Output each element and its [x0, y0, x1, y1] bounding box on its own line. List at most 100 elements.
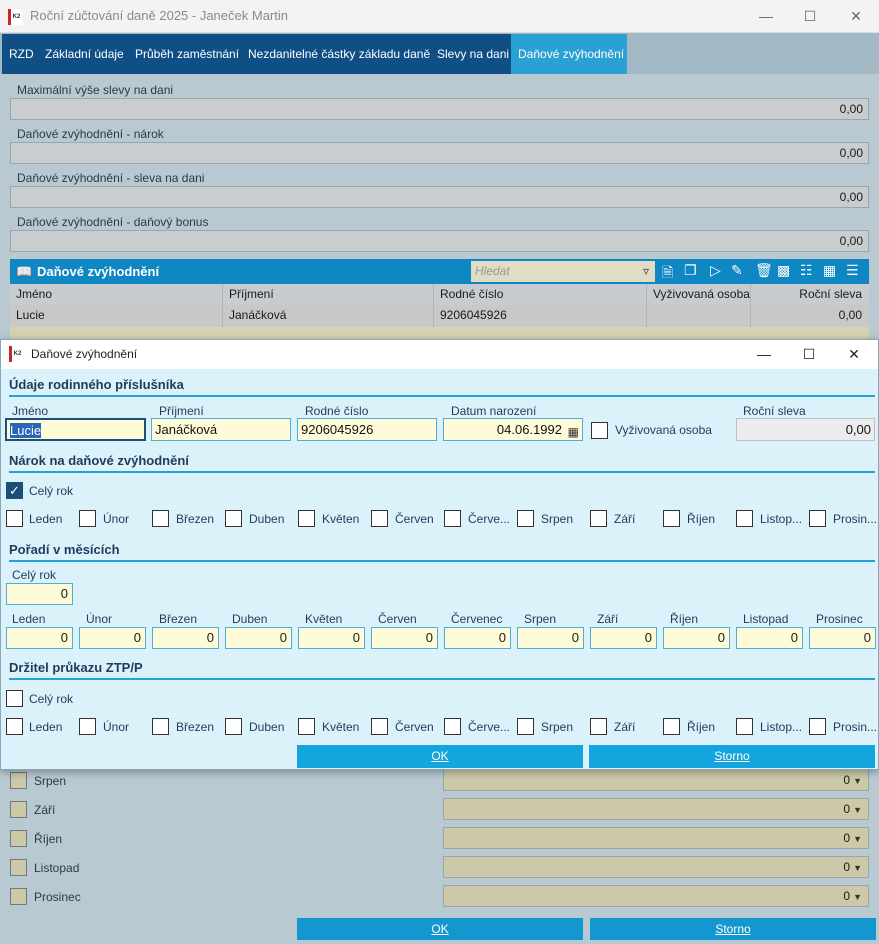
poradi-input-leden[interactable]: 0 — [6, 627, 73, 649]
column-jmeno[interactable]: Jméno — [10, 284, 223, 305]
ztp-checkbox-rijen[interactable] — [663, 718, 680, 735]
narok-checkbox-leden[interactable] — [6, 510, 23, 527]
narok-checkbox-rijen[interactable] — [663, 510, 680, 527]
poradi-input-srpen[interactable]: 0 — [517, 627, 584, 649]
poradi-input-prosinec[interactable]: 0 — [809, 627, 876, 649]
table-row[interactable]: Lucie Janáčková 9206045926 0,00 — [10, 305, 869, 327]
narok-checkbox-srpen[interactable] — [517, 510, 534, 527]
ztp-checkbox-kveten[interactable] — [298, 718, 315, 735]
ztp-label-brezen: Březen — [176, 720, 215, 734]
datum-narozeni-input[interactable]: 04.06.1992 ▦ — [443, 418, 583, 441]
ztp-checkbox-leden[interactable] — [6, 718, 23, 735]
narok-checkbox-listopad[interactable] — [736, 510, 753, 527]
month-value-rijen[interactable]: 0 ▼ — [443, 827, 869, 849]
narok-label-listopad: Listop... — [760, 512, 803, 526]
jmeno-input[interactable]: Lucie — [5, 418, 146, 441]
poradi-input-unor[interactable]: 0 — [79, 627, 146, 649]
month-checkbox-zari[interactable] — [10, 801, 27, 818]
narok-checkbox-kveten[interactable] — [298, 510, 315, 527]
month-checkbox-srpen[interactable] — [10, 772, 27, 789]
ztp-cely-rok-checkbox[interactable] — [6, 690, 23, 707]
excel-export-icon[interactable]: ▦ — [823, 262, 836, 279]
month-label-listopad: Listopad — [34, 861, 80, 875]
column-rodne-cislo[interactable]: Rodné číslo — [434, 284, 647, 305]
dialog-ok-button[interactable]: OK — [297, 745, 583, 768]
ztp-checkbox-listopad[interactable] — [736, 718, 753, 735]
poradi-input-kveten[interactable]: 0 — [298, 627, 365, 649]
ztp-checkbox-zari[interactable] — [590, 718, 607, 735]
tab-slevy-na-dani[interactable]: Slevy na dani — [430, 34, 518, 74]
narok-checkbox-cerven[interactable] — [371, 510, 388, 527]
vyzivovana-checkbox[interactable] — [591, 422, 608, 439]
ztp-label-kveten: Květen — [322, 720, 360, 734]
dialog-logo-icon: K2 — [9, 346, 23, 362]
ztp-label-duben: Duben — [249, 720, 285, 734]
tab-rzd[interactable]: RZD — [2, 34, 42, 74]
poradi-input-zari[interactable]: 0 — [590, 627, 657, 649]
dialog-minimize-icon[interactable]: — — [754, 344, 774, 364]
menu-icon[interactable]: ☰ — [846, 262, 859, 279]
prijmeni-input[interactable]: Janáčková — [151, 418, 291, 441]
new-record-icon[interactable]: 🗎 — [662, 262, 673, 286]
ztp-checkbox-prosinec[interactable] — [809, 718, 826, 735]
poradi-input-brezen[interactable]: 0 — [152, 627, 219, 649]
copy-record-icon[interactable]: ❐ — [684, 262, 697, 279]
close-icon[interactable]: ✕ — [846, 7, 866, 25]
month-value-prosinec[interactable]: 0 ▼ — [443, 885, 869, 907]
month-checkbox-prosinec[interactable] — [10, 888, 27, 905]
narok-checkbox-prosinec[interactable] — [809, 510, 826, 527]
narok-cely-rok-checkbox[interactable]: ✓ — [6, 482, 23, 499]
poradi-input-rijen[interactable]: 0 — [663, 627, 730, 649]
column-vyzivovana[interactable]: Vyživovaná osoba — [647, 284, 751, 305]
ztp-checkbox-duben[interactable] — [225, 718, 242, 735]
poradi-input-duben[interactable]: 0 — [225, 627, 292, 649]
ztp-checkbox-unor[interactable] — [79, 718, 96, 735]
sleva-field: 0,00 — [10, 186, 869, 208]
poradi-cely-rok-input[interactable]: 0 — [6, 583, 73, 605]
column-prijmeni[interactable]: Příjmení — [223, 284, 434, 305]
filter-icon[interactable]: ▿ — [643, 261, 649, 282]
narok-checkbox-brezen[interactable] — [152, 510, 169, 527]
tab-zakladni-udaje[interactable]: Základní údaje — [38, 34, 132, 74]
narok-checkbox-cervenec[interactable] — [444, 510, 461, 527]
ztp-checkbox-brezen[interactable] — [152, 718, 169, 735]
month-checkbox-rijen[interactable] — [10, 830, 27, 847]
month-value-listopad[interactable]: 0 ▼ — [443, 856, 869, 878]
narok-checkbox-zari[interactable] — [590, 510, 607, 527]
month-label-rijen: Říjen — [34, 832, 63, 846]
calendar-icon[interactable]: ▦ — [568, 422, 579, 443]
main-cancel-button[interactable]: Storno — [590, 918, 876, 940]
poradi-input-cerven[interactable]: 0 — [371, 627, 438, 649]
month-checkbox-listopad[interactable] — [10, 859, 27, 876]
narok-label-cervenec: Červe... — [468, 512, 511, 526]
dialog-close-icon[interactable]: ✕ — [844, 344, 864, 364]
tab-prubeh-zamestnani[interactable]: Průběh zaměstnání — [128, 34, 248, 74]
dialog-maximize-icon[interactable]: ☐ — [799, 344, 819, 364]
columns-icon[interactable]: ☷ — [800, 262, 813, 279]
delete-icon[interactable]: 🗑 — [755, 262, 773, 279]
grid-title: Daňové zvýhodnění — [37, 264, 160, 279]
grid-search-input[interactable]: Hledat ▿ — [471, 261, 655, 282]
month-value-srpen[interactable]: 0 ▼ — [443, 769, 869, 791]
minimize-icon[interactable]: — — [756, 7, 776, 25]
dialog-cancel-button[interactable]: Storno — [589, 745, 875, 768]
edit-icon[interactable]: ✎ — [731, 262, 743, 279]
play-icon[interactable]: ▷ — [710, 262, 721, 279]
narok-checkbox-duben[interactable] — [225, 510, 242, 527]
main-ok-button[interactable]: OK — [297, 918, 583, 940]
rodne-cislo-input[interactable]: 9206045926 — [297, 418, 437, 441]
tab-danove-zvyhodneni[interactable]: Daňové zvýhodnění — [511, 34, 628, 74]
ztp-checkbox-srpen[interactable] — [517, 718, 534, 735]
poradi-input-listopad[interactable]: 0 — [736, 627, 803, 649]
column-rocni-sleva[interactable]: Roční sleva — [751, 284, 869, 305]
narok-checkbox-unor[interactable] — [79, 510, 96, 527]
month-value-zari[interactable]: 0 ▼ — [443, 798, 869, 820]
month-label-srpen: Srpen — [34, 774, 67, 788]
ztp-checkbox-cerven[interactable] — [371, 718, 388, 735]
month-value-text: 0 — [843, 860, 851, 874]
maximize-icon[interactable]: ☐ — [800, 7, 820, 25]
poradi-input-cervenec[interactable]: 0 — [444, 627, 511, 649]
tab-nezdanitelne-castky[interactable]: Nezdanitelné částky základu daně — [241, 34, 439, 74]
ztp-checkbox-cervenec[interactable] — [444, 718, 461, 735]
sort-icon[interactable]: ▩ — [777, 262, 790, 279]
